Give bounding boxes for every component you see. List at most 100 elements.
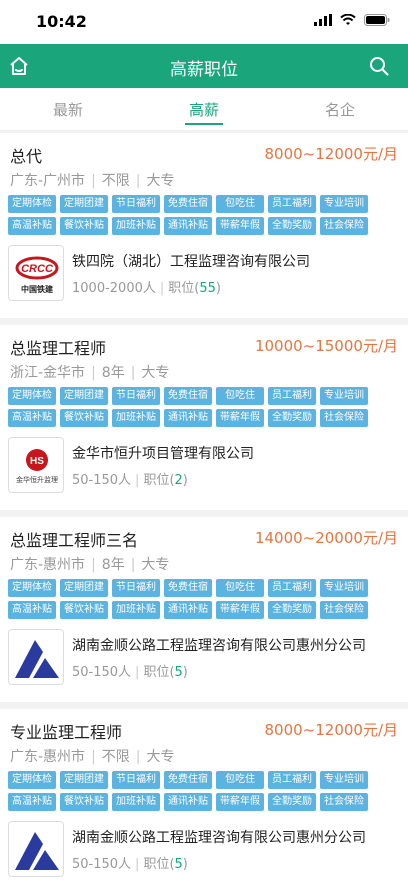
positions-label: 职位( [143, 665, 175, 680]
job-title: 总监理工程师三名 [10, 531, 139, 550]
tab-high-salary[interactable]: 高薪 [136, 88, 272, 130]
benefit-tag: 包吃住 [216, 195, 264, 213]
benefit-tag: 免费住宿 [164, 579, 212, 597]
job-location: 浙江-金华市 [10, 365, 86, 381]
benefit-tag: 高温补贴 [8, 409, 56, 427]
benefit-tag: 高温补贴 [8, 601, 56, 619]
status-icons [314, 14, 390, 26]
benefit-tag: 专业培训 [320, 579, 368, 597]
logo-mark: CRCC [21, 263, 54, 275]
benefit-tag: 加班补贴 [112, 793, 160, 811]
job-card[interactable]: 总监理工程师三名 14000~20000元/月 广东-惠州市 | 8年 | 大专 定期体… [0, 517, 408, 702]
benefit-tag: 专业培训 [320, 195, 368, 213]
company-info[interactable]: 湖南金顺公路工程监理咨询有限公司惠州分公司 50-150人 | 职位(5) [8, 629, 400, 689]
benefit-tag: 员工福利 [268, 579, 316, 597]
benefit-tags: 定期体检 定期团建 节日福利 免费住宿 包吃住 员工福利 专业培训 高温补贴 餐… [8, 579, 400, 619]
tab-bar: 最新 高薪 名企 [0, 88, 408, 130]
benefit-tag: 全勤奖励 [268, 601, 316, 619]
benefit-tag: 节日福利 [112, 195, 160, 213]
positions-label: 职位( [143, 857, 175, 872]
job-location: 广东-惠州市 [10, 557, 86, 573]
benefit-tag: 高温补贴 [8, 793, 56, 811]
positions-end: ) [215, 281, 221, 296]
company-meta: 50-150人 | 职位(5) [72, 857, 188, 872]
job-title: 总监理工程师 [10, 339, 107, 358]
job-location: 广东-惠州市 [10, 749, 86, 765]
benefit-tag: 员工福利 [268, 771, 316, 789]
benefit-tag: 通讯补贴 [164, 409, 212, 427]
job-salary: 8000~12000元/月 [264, 721, 398, 739]
company-name: 湖南金顺公路工程监理咨询有限公司惠州分公司 [72, 638, 366, 654]
job-education: 大专 [146, 173, 175, 189]
benefit-tag: 包吃住 [216, 579, 264, 597]
benefit-tag: 定期体检 [8, 195, 56, 213]
benefit-tag: 通讯补贴 [164, 217, 212, 235]
benefit-tag: 免费住宿 [164, 195, 212, 213]
benefit-tag: 通讯补贴 [164, 793, 212, 811]
positions-count: 55 [199, 281, 216, 296]
positions-end: ) [182, 665, 188, 680]
company-name: 金华市恒升项目管理有限公司 [72, 446, 254, 462]
company-name: 湖南金顺公路工程监理咨询有限公司惠州分公司 [72, 830, 366, 846]
benefit-tag: 免费住宿 [164, 771, 212, 789]
company-meta: 1000-2000人 | 职位(55) [72, 281, 221, 296]
benefit-tags: 定期体检 定期团建 节日福利 免费住宿 包吃住 员工福利 专业培训 高温补贴 餐… [8, 387, 400, 427]
job-card[interactable]: 总监理工程师 10000~15000元/月 浙江-金华市 | 8年 | 大专 定期体检 … [0, 325, 408, 510]
company-info[interactable]: CRCC 中国铁建 铁四院（湖北）工程监理咨询有限公司 1000-2000人 | 职… [8, 245, 400, 305]
page-title: 高薪职位 [170, 60, 238, 80]
benefit-tag: 全勤奖励 [268, 409, 316, 427]
job-list: 总代 8000~12000元/月 广东-广州市 | 不限 | 大专 定期体检 定期团建 … [0, 133, 408, 883]
tab-latest[interactable]: 最新 [0, 88, 136, 130]
benefit-tag: 定期体检 [8, 387, 56, 405]
benefit-tag: 专业培训 [320, 771, 368, 789]
company-info[interactable]: 湖南金顺公路工程监理咨询有限公司惠州分公司 50-150人 | 职位(5) [8, 821, 400, 881]
benefit-tag: 免费住宿 [164, 387, 212, 405]
benefit-tag: 节日福利 [112, 387, 160, 405]
tab-famous-company[interactable]: 名企 [272, 88, 408, 130]
job-meta: 广东-惠州市 | 不限 | 大专 [10, 749, 175, 765]
job-education: 大专 [146, 749, 175, 765]
logo-text: 中国铁建 [21, 284, 54, 294]
positions-count: 5 [174, 665, 183, 680]
benefit-tag: 带薪年假 [216, 601, 264, 619]
company-size: 50-150人 [72, 665, 132, 680]
logo-mark: HS [30, 456, 44, 467]
benefit-tags: 定期体检 定期团建 节日福利 免费住宿 包吃住 员工福利 专业培训 高温补贴 餐… [8, 771, 400, 811]
job-salary: 8000~12000元/月 [264, 145, 398, 163]
benefit-tag: 通讯补贴 [164, 601, 212, 619]
benefit-tag: 定期团建 [60, 771, 108, 789]
benefit-tag: 员工福利 [268, 387, 316, 405]
benefit-tag: 带薪年假 [216, 217, 264, 235]
job-salary: 14000~20000元/月 [254, 529, 398, 547]
job-card[interactable]: 专业监理工程师 8000~12000元/月 广东-惠州市 | 不限 | 大专 定期体检 … [0, 709, 408, 883]
benefit-tag: 餐饮补贴 [60, 793, 108, 811]
battery-icon [364, 14, 390, 26]
job-title: 专业监理工程师 [10, 723, 123, 742]
search-icon[interactable] [368, 55, 390, 77]
benefit-tag: 餐饮补贴 [60, 601, 108, 619]
benefit-tag: 加班补贴 [112, 409, 160, 427]
company-info[interactable]: HS 金华恒升监理 金华市恒升项目管理有限公司 50-150人 | 职位(2) [8, 437, 400, 497]
benefit-tags: 定期体检 定期团建 节日福利 免费住宿 包吃住 员工福利 专业培训 高温补贴 餐… [8, 195, 400, 235]
benefit-tag: 高温补贴 [8, 217, 56, 235]
benefit-tag: 包吃住 [216, 771, 264, 789]
job-salary: 10000~15000元/月 [254, 337, 398, 355]
logo-text: 金华恒升监理 [16, 475, 58, 484]
benefit-tag: 社会保险 [320, 793, 368, 811]
company-meta: 50-150人 | 职位(2) [72, 473, 188, 488]
benefit-tag: 社会保险 [320, 601, 368, 619]
job-title: 总代 [10, 147, 43, 166]
job-meta: 广东-广州市 | 不限 | 大专 [10, 173, 175, 189]
company-logo: CRCC 中国铁建 [8, 245, 64, 301]
signal-icon [314, 14, 332, 26]
benefit-tag: 节日福利 [112, 771, 160, 789]
positions-count: 5 [174, 857, 183, 872]
positions-label: 职位( [168, 281, 200, 296]
job-card[interactable]: 总代 8000~12000元/月 广东-广州市 | 不限 | 大专 定期体检 定期团建 … [0, 133, 408, 318]
job-experience: 8年 [101, 365, 125, 381]
benefit-tag: 餐饮补贴 [60, 217, 108, 235]
benefit-tag: 餐饮补贴 [60, 409, 108, 427]
benefit-tag: 包吃住 [216, 387, 264, 405]
job-education: 大专 [141, 557, 170, 573]
company-size: 50-150人 [72, 857, 132, 872]
